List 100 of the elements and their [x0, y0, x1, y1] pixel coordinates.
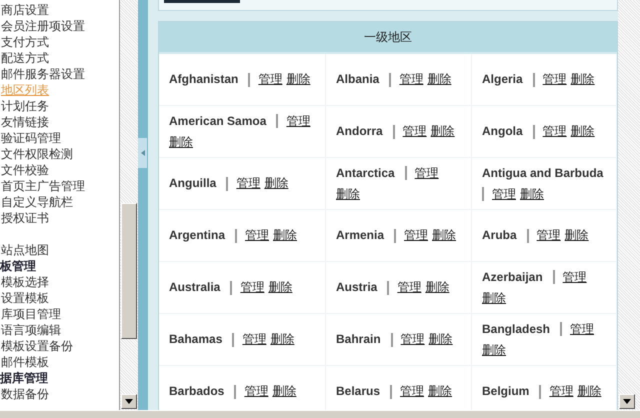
menu-item[interactable]: 库项目管理 [0, 306, 61, 322]
manage-link[interactable]: 管理 [414, 162, 439, 184]
manage-link[interactable]: 管理 [236, 173, 260, 194]
menu-item[interactable]: 文件校验 [0, 162, 49, 178]
region-name: Aruba [482, 227, 517, 244]
separator-bar [532, 124, 535, 138]
menu-item[interactable]: 语言项编辑 [0, 322, 61, 338]
separator-bar [392, 124, 395, 138]
menu-item[interactable]: 验证码管理 [0, 130, 61, 146]
manage-link[interactable]: 管理 [542, 121, 567, 142]
menu-item[interactable]: 计划任务 [0, 98, 49, 114]
region-name: Belarus [336, 383, 380, 400]
region-name: Armenia [336, 227, 384, 244]
menu-heading: 据库管理 [0, 370, 48, 386]
separator-bar [234, 384, 236, 398]
menu-item[interactable]: 站点地图 [0, 242, 49, 258]
scrollbar-thumb[interactable] [121, 203, 138, 339]
scrollbar[interactable] [618, 0, 640, 410]
manage-link[interactable]: 管理 [562, 266, 587, 288]
menu-item[interactable]: 文件权限检测 [0, 146, 73, 162]
manage-link[interactable]: 管理 [549, 381, 574, 402]
menu-item[interactable]: 会员注册项设置 [0, 18, 85, 34]
region-name: Bangladesh [482, 320, 550, 338]
separator-bar [394, 228, 396, 242]
menu-item[interactable]: 设置模板 [0, 290, 49, 306]
menu-item[interactable]: 自定义导航栏 [0, 194, 73, 210]
delete-link[interactable]: 删除 [427, 69, 452, 90]
delete-link[interactable]: 删除 [336, 184, 360, 204]
down-arrow-icon [623, 399, 631, 404]
delete-link[interactable]: 删除 [430, 121, 455, 142]
delete-link[interactable]: 删除 [273, 225, 298, 246]
separator-bar [389, 72, 392, 86]
separator-bar [539, 384, 542, 398]
menu-item[interactable]: 数据备份 [0, 386, 49, 402]
menu-item[interactable]: 模板设置备份 [0, 338, 73, 354]
menu-item[interactable]: 配送方式 [0, 50, 49, 66]
delete-link[interactable]: 删除 [272, 381, 296, 402]
delete-link[interactable]: 删除 [286, 69, 310, 90]
down-arrow-icon [125, 399, 134, 404]
menu-item[interactable]: 模板选择 [0, 274, 49, 290]
menu-item[interactable]: 邮件模板 [0, 354, 49, 370]
delete-link[interactable]: 删除 [482, 340, 506, 360]
region-name: Antigua and Barbuda [482, 164, 604, 182]
scroll-down-button[interactable] [121, 394, 138, 409]
manage-link[interactable]: 管理 [400, 329, 425, 350]
separator-bar [276, 114, 278, 128]
delete-link[interactable]: 删除 [428, 381, 452, 402]
region-name: Algeria [482, 71, 523, 88]
region-name: Austria [336, 279, 378, 296]
scrollbar[interactable] [119, 0, 138, 410]
delete-link[interactable]: 删除 [268, 277, 292, 298]
delete-link[interactable]: 删除 [169, 132, 193, 152]
manage-link[interactable]: 管理 [402, 121, 427, 142]
manage-link[interactable]: 管理 [492, 184, 516, 204]
separator-bar [232, 332, 234, 346]
region-name: Australia [169, 279, 220, 296]
delete-link[interactable]: 删除 [264, 173, 288, 194]
region-name: Bahrain [336, 331, 381, 348]
delete-link[interactable]: 删除 [432, 225, 456, 246]
delete-link[interactable]: 删除 [428, 329, 453, 350]
manage-link[interactable]: 管理 [286, 110, 310, 132]
region-name: Argentina [169, 227, 226, 244]
manage-link[interactable]: 管理 [570, 318, 594, 340]
manage-link[interactable]: 管理 [536, 225, 561, 246]
separator-bar [387, 280, 390, 294]
region-name: Bahamas [169, 331, 222, 348]
region-name: Belgium [482, 383, 530, 400]
delete-link[interactable]: 删除 [564, 225, 589, 246]
manage-link[interactable]: 管理 [397, 277, 422, 298]
menu-item[interactable]: 友情链接 [0, 114, 49, 130]
manage-link[interactable]: 管理 [245, 225, 270, 246]
collapse-toggle[interactable] [138, 138, 147, 168]
delete-link[interactable]: 删除 [482, 288, 506, 308]
menu-item[interactable]: 首页主广告管理 [0, 178, 85, 194]
separator-bar [560, 322, 562, 336]
separator-bar [390, 384, 392, 398]
manage-link[interactable]: 管理 [400, 381, 424, 402]
delete-link[interactable]: 删除 [570, 121, 595, 142]
region-name: Andorra [336, 123, 383, 140]
manage-link[interactable]: 管理 [399, 69, 424, 90]
region-name: Antarctica [336, 164, 395, 182]
manage-link[interactable]: 管理 [404, 225, 428, 246]
menu-item[interactable]: 授权证书 [0, 210, 49, 226]
table-header: 一级地区 [159, 22, 617, 54]
region-name: American Samoa [169, 112, 266, 130]
manage-link[interactable]: 管理 [542, 69, 567, 90]
menu-item[interactable]: 商店设置 [0, 2, 49, 18]
manage-link[interactable]: 管理 [244, 381, 268, 402]
manage-link[interactable]: 管理 [242, 329, 266, 350]
scroll-down-button[interactable] [619, 394, 635, 409]
delete-link[interactable]: 删除 [577, 381, 602, 402]
delete-link[interactable]: 删除 [425, 277, 450, 298]
manage-link[interactable]: 管理 [240, 277, 264, 298]
delete-link[interactable]: 删除 [570, 69, 595, 90]
menu-item[interactable]: 邮件服务器设置 [0, 66, 85, 82]
menu-item[interactable]: 支付方式 [0, 34, 49, 50]
region-name: Afghanistan [169, 71, 238, 88]
delete-link[interactable]: 删除 [520, 184, 544, 204]
manage-link[interactable]: 管理 [258, 69, 282, 90]
delete-link[interactable]: 删除 [270, 329, 294, 350]
